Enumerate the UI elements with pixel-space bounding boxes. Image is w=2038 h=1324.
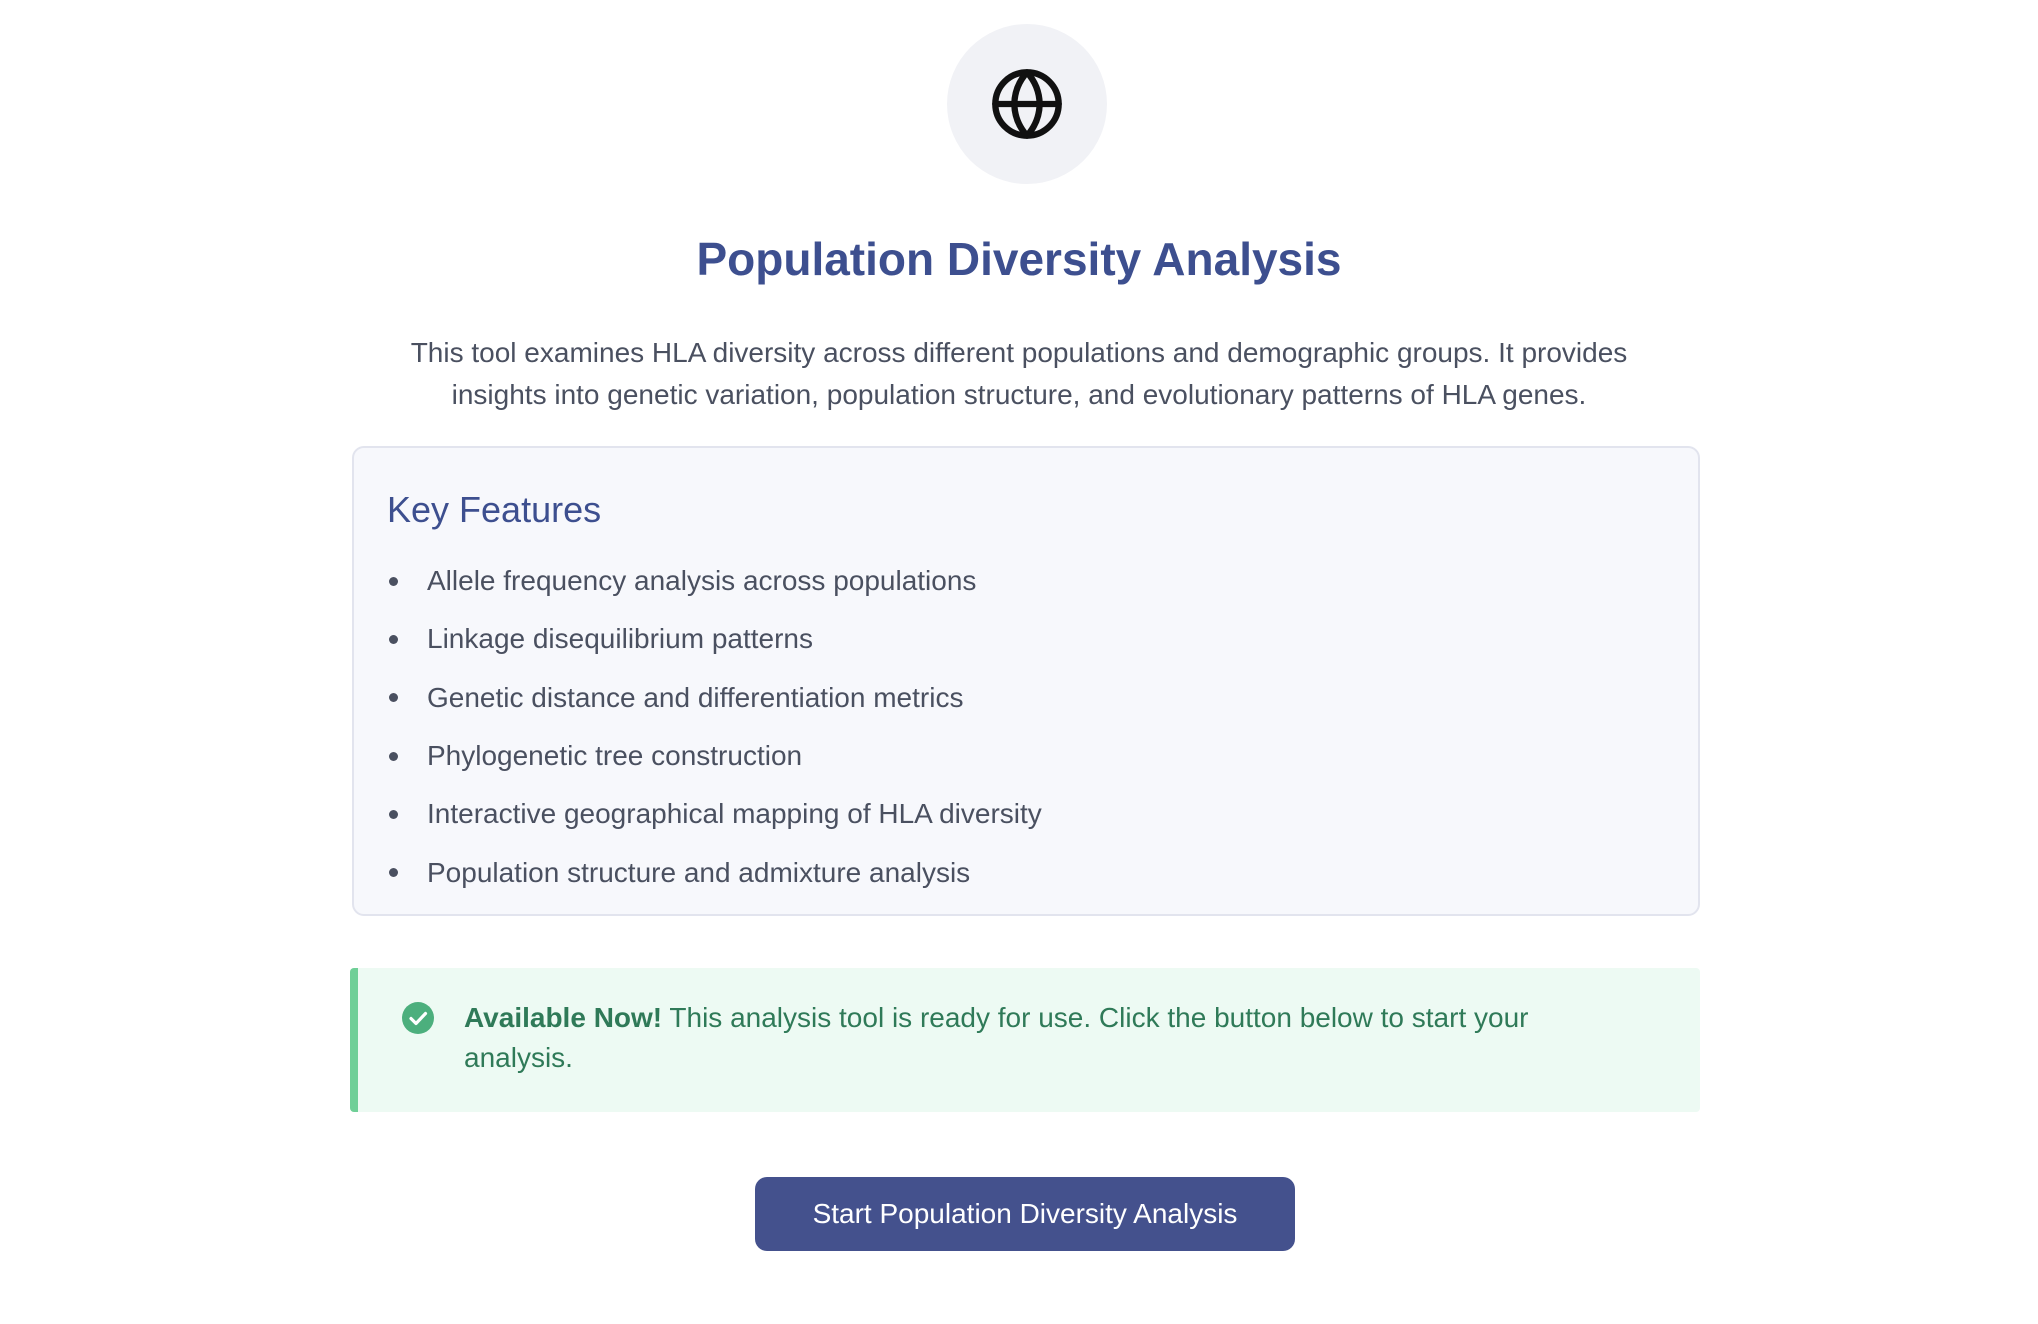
list-item: Phylogenetic tree construction xyxy=(387,727,1042,785)
list-item: Linkage disequilibrium patterns xyxy=(387,610,1042,668)
list-item: Population structure and admixture analy… xyxy=(387,843,1042,901)
bullet-icon xyxy=(389,576,398,586)
availability-heading: Available Now! xyxy=(464,1002,663,1033)
feature-label: Interactive geographical mapping of HLA … xyxy=(427,798,1042,830)
feature-label: Allele frequency analysis across populat… xyxy=(427,565,977,597)
key-features-title: Key Features xyxy=(387,489,602,530)
start-analysis-button[interactable]: Start Population Diversity Analysis xyxy=(755,1177,1295,1251)
bullet-icon xyxy=(389,751,398,761)
feature-label: Genetic distance and differentiation met… xyxy=(427,681,964,713)
feature-label: Population structure and admixture analy… xyxy=(427,856,971,888)
bullet-icon xyxy=(389,693,398,703)
page-title: Population Diversity Analysis xyxy=(696,233,1342,285)
check-circle-icon xyxy=(402,1002,434,1034)
availability-message: Available Now! This analysis tool is rea… xyxy=(464,998,1624,1078)
bullet-icon xyxy=(389,868,398,878)
page-description: This tool examines HLA diversity across … xyxy=(410,337,1628,410)
availability-notice: Available Now! This analysis tool is rea… xyxy=(350,968,1700,1112)
feature-label: Phylogenetic tree construction xyxy=(427,740,803,772)
key-features-list: Allele frequency analysis across populat… xyxy=(387,552,1042,902)
page: Population Diversity Analysis This tool … xyxy=(0,0,2038,1324)
list-item: Allele frequency analysis across populat… xyxy=(387,552,1042,610)
bullet-icon xyxy=(389,634,398,644)
globe-icon xyxy=(992,69,1062,139)
key-features-card: Key Features Allele frequency analysis a… xyxy=(352,446,1700,916)
bullet-icon xyxy=(389,809,398,819)
list-item: Genetic distance and differentiation met… xyxy=(387,669,1042,727)
feature-label: Linkage disequilibrium patterns xyxy=(427,623,813,655)
globe-icon-badge xyxy=(947,24,1107,184)
list-item: Interactive geographical mapping of HLA … xyxy=(387,785,1042,843)
